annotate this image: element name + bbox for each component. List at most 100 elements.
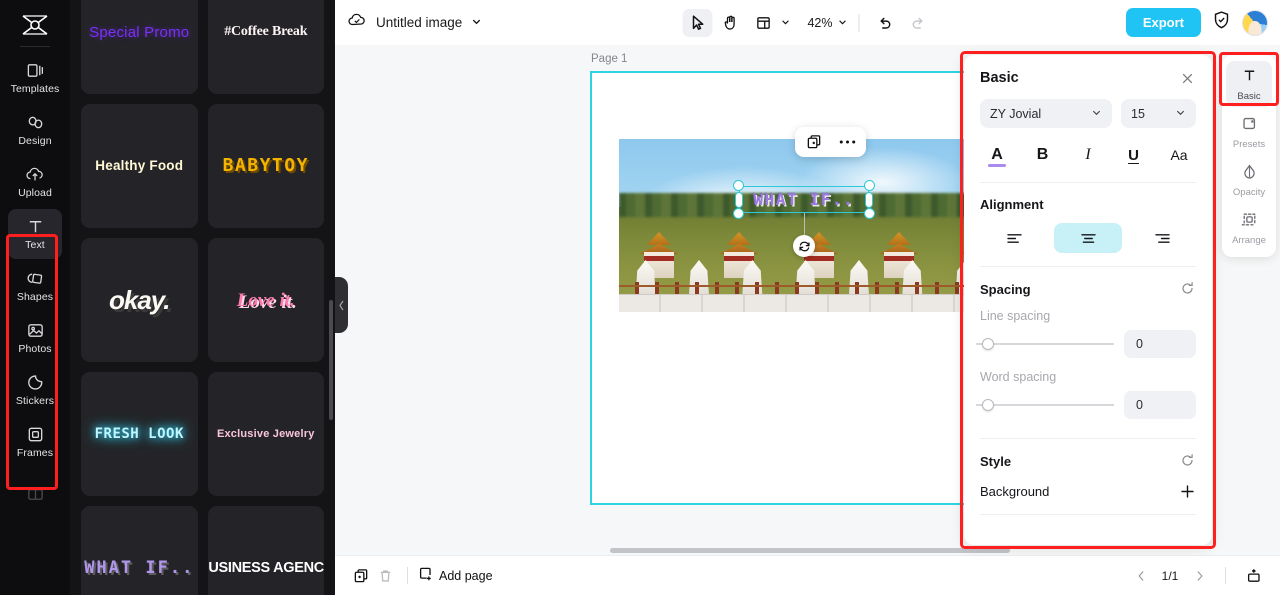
add-page-label: Add page (439, 568, 493, 583)
rotate-icon[interactable] (793, 235, 815, 257)
sidebar-item-shapes[interactable]: Shapes (8, 261, 62, 311)
text-color-swatch (988, 164, 1006, 167)
right-rail-item-arrange[interactable]: Arrange (1226, 205, 1272, 251)
word-spacing-row: 0 (976, 391, 1196, 419)
text-template-card[interactable]: Special Promo (81, 0, 198, 94)
collapse-panel-handle[interactable] (335, 277, 348, 333)
panel-scrollbar[interactable] (329, 300, 333, 420)
canvas-horizontal-scrollbar[interactable] (610, 548, 1010, 553)
chevron-down-icon[interactable] (471, 14, 482, 32)
hand-tool-button[interactable] (715, 9, 745, 37)
text-template-card[interactable]: WHAT IF.. (81, 506, 198, 595)
zoom-control[interactable]: 42% (805, 14, 847, 32)
align-right-button[interactable] (1128, 223, 1196, 253)
text-template-card[interactable]: FRESH LOOK (81, 372, 198, 496)
text-template-card[interactable]: okay. (81, 238, 198, 362)
fit-to-screen-icon[interactable] (1242, 564, 1266, 588)
ellipsis-icon[interactable] (837, 132, 857, 152)
sidebar-item-photos[interactable]: Photos (8, 313, 62, 363)
prev-page-button[interactable] (1131, 565, 1151, 587)
sidebar-item-label: Upload (18, 187, 52, 199)
selected-text-object[interactable]: WHAT IF.. (733, 180, 875, 257)
template-label: FRESH LOOK (94, 426, 184, 442)
next-page-button[interactable] (1189, 565, 1209, 587)
bottom-divider (1225, 567, 1226, 584)
right-rail-label: Presets (1232, 138, 1266, 150)
add-background-icon[interactable] (1178, 482, 1196, 500)
text-template-card[interactable]: BUSINESS AGENCY (207, 506, 324, 595)
text-template-card[interactable]: Love it. (207, 238, 324, 362)
undo-button[interactable] (870, 9, 900, 37)
template-label: Exclusive Jewelry (216, 427, 315, 440)
zoom-level: 42% (807, 15, 833, 30)
template-label: BABYTOY (222, 155, 309, 176)
duplicate-page-icon[interactable] (349, 564, 373, 588)
word-spacing-input[interactable]: 0 (1124, 391, 1196, 419)
user-avatar[interactable] (1242, 9, 1268, 36)
word-spacing-slider[interactable] (976, 397, 1114, 413)
capcut-logo[interactable] (13, 8, 57, 42)
export-button[interactable]: Export (1125, 8, 1201, 37)
chevron-down-icon (1175, 107, 1186, 121)
sidebar-item-label: Text (25, 239, 45, 251)
resize-handle-right[interactable] (865, 191, 873, 208)
upload-icon (25, 165, 45, 184)
right-rail-item-presets[interactable]: Presets (1226, 109, 1272, 155)
close-icon[interactable] (1178, 69, 1196, 87)
reset-style-icon[interactable] (1180, 453, 1196, 469)
text-template-card[interactable]: #Coffee Break (207, 0, 324, 94)
sidebar-item-stickers[interactable]: Stickers (8, 365, 62, 415)
text-template-card[interactable]: BABYTOY (207, 104, 324, 228)
sidebar-item-design[interactable]: Design (8, 105, 62, 155)
line-spacing-slider[interactable] (976, 336, 1114, 352)
sidebar-item-label: Shapes (16, 291, 54, 303)
page-label: Page 1 (591, 53, 628, 65)
bold-button[interactable]: B (1028, 141, 1058, 169)
redo-button[interactable] (903, 9, 933, 37)
align-left-button[interactable] (980, 223, 1048, 253)
select-tool-button[interactable] (682, 8, 712, 37)
resize-handle-bottom-right[interactable] (864, 208, 875, 219)
right-rail-item-basic[interactable]: Basic (1226, 61, 1272, 107)
right-rail-item-opacity[interactable]: Opacity (1226, 157, 1272, 203)
shield-check-icon[interactable] (1212, 10, 1231, 35)
sidebar-item-frames[interactable]: Frames (8, 417, 62, 467)
slider-track (980, 404, 1114, 406)
text-color-button[interactable]: A (982, 141, 1012, 169)
main-area: Untitled image 42% Export Page 1 WHAT IF… (335, 0, 1280, 595)
resize-handle-top-right[interactable] (864, 180, 875, 191)
line-spacing-label: Line spacing (980, 309, 1051, 323)
add-page-button[interactable]: Add page (418, 566, 493, 585)
resize-handle-left[interactable] (735, 191, 743, 208)
right-rail-label: Arrange (1232, 234, 1266, 246)
slider-knob[interactable] (982, 399, 994, 411)
italic-button[interactable]: I (1073, 141, 1103, 169)
sidebar-item-text[interactable]: Text (8, 209, 62, 259)
text-template-card[interactable]: Healthy Food (81, 104, 198, 228)
document-title[interactable]: Untitled image (376, 15, 462, 30)
document-info: Untitled image (347, 12, 482, 33)
font-family-select[interactable]: ZY Jovial (980, 99, 1112, 128)
template-label: WHAT IF.. (84, 557, 195, 578)
sidebar-item-upload[interactable]: Upload (8, 157, 62, 207)
slider-knob[interactable] (982, 338, 994, 350)
duplicate-icon[interactable] (804, 132, 824, 152)
sidebar-item-more[interactable] (8, 469, 62, 519)
text-case-button[interactable]: Aa (1164, 141, 1194, 169)
resize-handle-bottom-left[interactable] (733, 208, 744, 219)
text-template-card[interactable]: Exclusive Jewelry (207, 372, 324, 496)
bottom-divider (407, 567, 408, 584)
sidebar-item-templates[interactable]: Templates (8, 53, 62, 103)
line-spacing-input[interactable]: 0 (1124, 330, 1196, 358)
align-center-button[interactable] (1054, 223, 1122, 253)
text-object-content: WHAT IF.. (753, 190, 855, 209)
reset-spacing-icon[interactable] (1180, 281, 1196, 297)
layout-tool-button[interactable] (748, 9, 790, 37)
resize-handle-top-left[interactable] (733, 180, 744, 191)
font-size-select[interactable]: 15 (1121, 99, 1196, 128)
toolbar-divider (858, 13, 859, 32)
chevron-down-icon (780, 14, 790, 32)
underline-button[interactable]: U (1119, 141, 1149, 169)
rotate-stem (804, 213, 805, 235)
delete-page-icon[interactable] (373, 564, 397, 588)
